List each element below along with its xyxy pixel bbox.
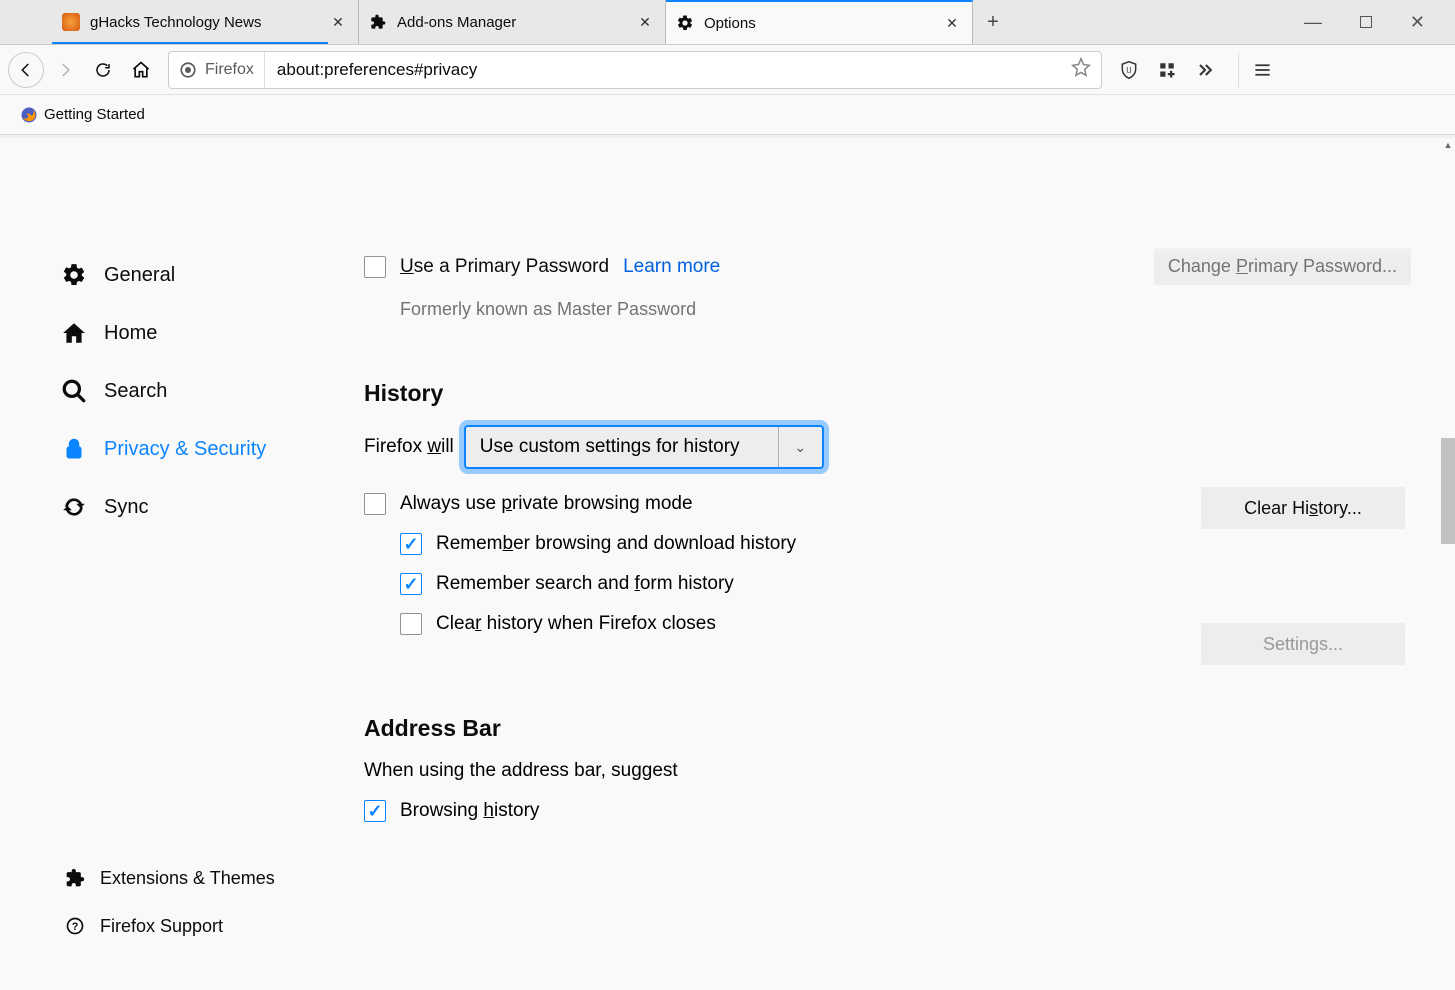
help-icon: ? — [64, 915, 86, 937]
puzzle-icon — [64, 867, 86, 889]
identity-label: Firefox — [205, 61, 254, 79]
history-section-title: History — [364, 380, 1411, 407]
sidebar-item-general[interactable]: General — [56, 246, 316, 304]
preferences-page: General Home Search Privacy & Security S… — [0, 138, 1455, 990]
back-button[interactable] — [8, 52, 44, 88]
lock-icon — [60, 435, 88, 463]
url-text[interactable]: about:preferences#privacy — [265, 60, 1061, 80]
remember-search-option[interactable]: ✓ Remember search and form history — [400, 573, 1411, 595]
sidebar-item-label: Firefox Support — [100, 916, 223, 937]
checkbox[interactable] — [364, 493, 386, 515]
scroll-up-icon[interactable]: ▲ — [1441, 138, 1455, 152]
sidebar-item-label: Sync — [104, 496, 148, 519]
svg-text:?: ? — [72, 921, 79, 933]
sidebar-item-label: General — [104, 264, 175, 287]
tab-title: Add-ons Manager — [397, 14, 635, 31]
checkbox[interactable]: ✓ — [400, 573, 422, 595]
search-icon — [60, 377, 88, 405]
option-label: Clear history when Firefox closes — [436, 613, 716, 635]
option-label: Remember browsing and download history — [436, 533, 796, 555]
address-bar-section-title: Address Bar — [364, 715, 1411, 742]
maximize-icon[interactable] — [1360, 16, 1372, 28]
categories-sidebar: General Home Search Privacy & Security S… — [56, 246, 316, 536]
sidebar-bottom: Extensions & Themes ? Firefox Support — [60, 854, 320, 950]
primary-password-checkbox[interactable] — [364, 256, 386, 278]
tab-addons[interactable]: Add-ons Manager ✕ — [359, 0, 666, 44]
content-scrollbar[interactable]: ▲ — [1441, 138, 1455, 990]
menu-icon[interactable] — [1238, 53, 1272, 87]
apps-icon[interactable] — [1150, 53, 1184, 87]
checkbox[interactable] — [400, 613, 422, 635]
gear-icon — [60, 261, 88, 289]
tab-title: Options — [704, 15, 942, 32]
bookmark-label: Getting Started — [44, 106, 145, 123]
new-tab-button[interactable]: + — [973, 0, 1013, 44]
tab-title: gHacks Technology News — [90, 14, 328, 31]
home-button[interactable] — [124, 53, 158, 87]
scrollbar-thumb[interactable] — [1441, 438, 1455, 544]
nav-toolbar: Firefox about:preferences#privacy ⵡ — [0, 45, 1455, 95]
option-label: Always use private browsing mode — [400, 493, 693, 515]
svg-text:ⵡ: ⵡ — [1126, 65, 1132, 74]
identity-box[interactable]: Firefox — [169, 52, 265, 88]
home-icon — [60, 319, 88, 347]
close-icon[interactable]: ✕ — [635, 12, 655, 32]
clear-history-button[interactable]: Clear History... — [1201, 487, 1405, 529]
firefox-brand-icon — [179, 61, 197, 79]
sidebar-item-extensions[interactable]: Extensions & Themes — [60, 854, 320, 902]
ghacks-favicon-icon — [62, 13, 80, 31]
close-icon[interactable]: ✕ — [328, 12, 348, 32]
checkbox[interactable]: ✓ — [364, 800, 386, 822]
bookmark-getting-started[interactable]: Getting Started — [14, 102, 151, 128]
remember-browsing-option[interactable]: ✓ Remember browsing and download history — [400, 533, 1411, 555]
tab-options[interactable]: Options ✕ — [666, 0, 973, 44]
firefox-favicon-icon — [20, 106, 38, 124]
sidebar-item-label: Home — [104, 322, 157, 345]
forward-button[interactable] — [48, 53, 82, 87]
sidebar-item-label: Extensions & Themes — [100, 868, 275, 889]
chevron-down-icon[interactable]: ⌄ — [778, 427, 822, 467]
bookmark-star-icon[interactable] — [1061, 57, 1101, 82]
close-icon[interactable]: ✕ — [942, 13, 962, 33]
gear-icon — [676, 14, 694, 32]
ublock-icon[interactable]: ⵡ — [1112, 53, 1146, 87]
tab-strip: gHacks Technology News ✕ Add-ons Manager… — [0, 0, 1455, 45]
firefox-will-label: Firefox will — [364, 436, 454, 458]
history-mode-dropdown[interactable]: Use custom settings for history ⌄ — [464, 425, 824, 469]
tab-ghacks[interactable]: gHacks Technology News ✕ — [52, 0, 359, 44]
dropdown-selected: Use custom settings for history — [466, 436, 778, 458]
address-bar-subtitle: When using the address bar, suggest — [364, 760, 1411, 782]
learn-more-link[interactable]: Learn more — [623, 256, 720, 278]
sidebar-item-support[interactable]: ? Firefox Support — [60, 902, 320, 950]
sidebar-item-privacy[interactable]: Privacy & Security — [56, 420, 316, 478]
suggest-browsing-history-option[interactable]: ✓ Browsing history — [364, 800, 1411, 822]
primary-password-label: Use a Primary Password — [400, 256, 609, 278]
bookmarks-bar: Getting Started — [0, 95, 1455, 135]
minimize-icon[interactable]: — — [1304, 12, 1322, 33]
sidebar-item-label: Search — [104, 380, 167, 403]
primary-password-subtext: Formerly known as Master Password — [400, 299, 1411, 320]
sidebar-item-sync[interactable]: Sync — [56, 478, 316, 536]
option-label: Browsing history — [400, 800, 539, 822]
sidebar-item-label: Privacy & Security — [104, 438, 266, 461]
history-settings-button[interactable]: Settings... — [1201, 623, 1405, 665]
window-controls: — ✕ — [1304, 0, 1455, 44]
puzzle-icon — [369, 13, 387, 31]
url-bar[interactable]: Firefox about:preferences#privacy — [168, 51, 1102, 89]
checkbox[interactable]: ✓ — [400, 533, 422, 555]
overflow-icon[interactable] — [1188, 53, 1222, 87]
sidebar-item-home[interactable]: Home — [56, 304, 316, 362]
prefs-pane: Use a Primary Password Learn more Change… — [364, 138, 1411, 990]
reload-button[interactable] — [86, 53, 120, 87]
sync-icon — [60, 493, 88, 521]
option-label: Remember search and form history — [436, 573, 734, 595]
close-window-icon[interactable]: ✕ — [1410, 12, 1425, 33]
sidebar-item-search[interactable]: Search — [56, 362, 316, 420]
